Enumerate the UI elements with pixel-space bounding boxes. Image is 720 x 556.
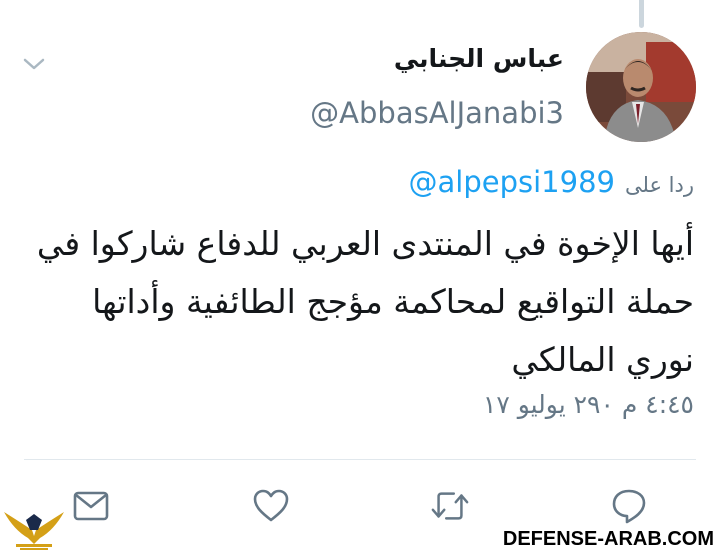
reply-label: ردا على [625,173,694,197]
avatar-photo [586,32,696,142]
avatar[interactable] [586,32,696,142]
thread-line [639,0,644,28]
watermark-logo [2,500,66,552]
divider [24,459,696,460]
user-handle[interactable]: @AbbasAlJanabi3 [310,96,564,130]
retweet-icon [431,492,469,520]
tweet-text: أيها الإخوة في المنتدى العربي للدفاع شار… [36,224,694,379]
reply-to-handle[interactable]: @alpepsi1989 [409,165,615,199]
chevron-down-icon [23,58,45,70]
reply-context: ردا على @alpepsi1989 [409,165,694,199]
reply-button[interactable] [609,486,649,526]
eagle-logo-icon [4,512,64,550]
reply-icon [612,489,646,524]
display-name[interactable]: عباس الجنابي [394,44,564,73]
heart-icon [253,489,289,522]
more-options-button[interactable] [22,52,46,76]
retweet-button[interactable] [430,486,470,526]
tweet-timestamp[interactable]: ٤:٤٥ م ٢٩٠ يوليو ١٧ [483,390,694,419]
envelope-icon [73,491,109,521]
like-button[interactable] [251,486,291,526]
watermark-site: DEFENSE-ARAB.COM [502,528,714,550]
direct-message-button[interactable] [71,486,111,526]
